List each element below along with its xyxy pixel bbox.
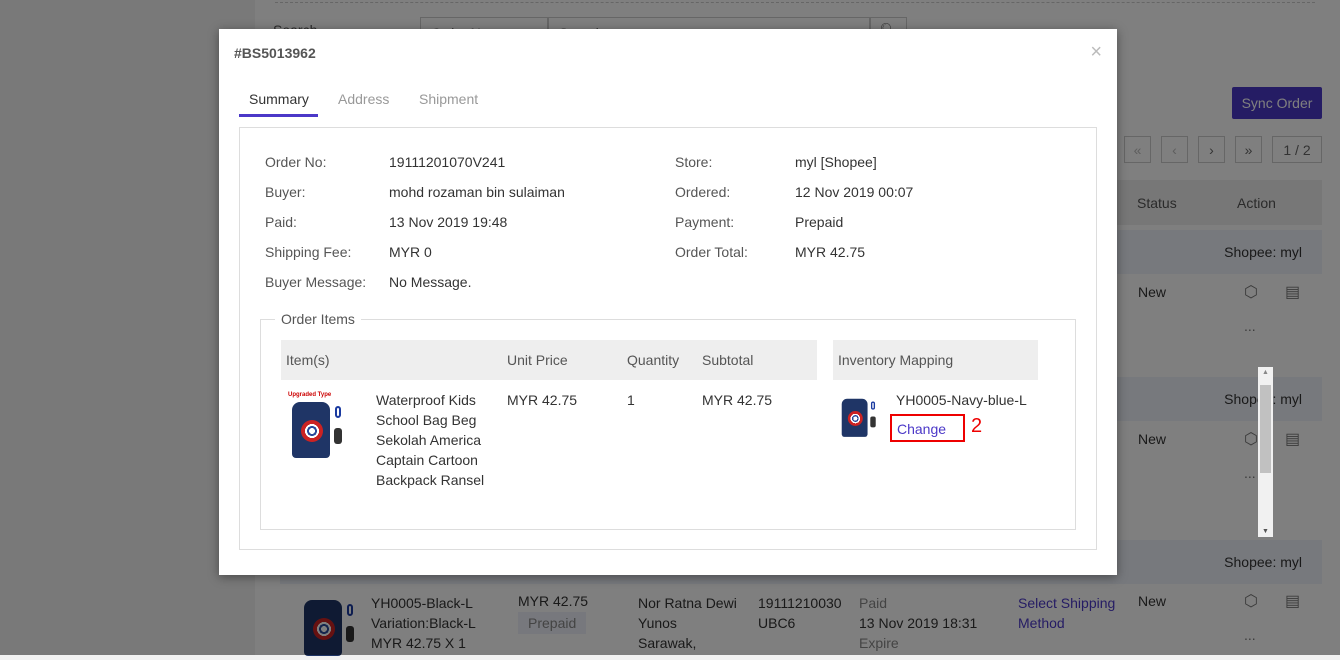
payment-label: Payment: bbox=[675, 214, 735, 230]
tab-summary[interactable]: Summary bbox=[249, 91, 309, 107]
order-no-label: Order No: bbox=[265, 154, 327, 170]
name-line: School Bag Beg bbox=[376, 412, 477, 428]
order-total-label: Order Total: bbox=[675, 244, 748, 260]
unit-price-header: Unit Price bbox=[507, 352, 568, 368]
shipping-fee-value: MYR 0 bbox=[389, 244, 432, 260]
paid-value: 13 Nov 2019 19:48 bbox=[389, 214, 508, 230]
mapped-sku: YH0005-Navy-blue-L bbox=[896, 392, 1027, 408]
buyer-label: Buyer: bbox=[265, 184, 306, 200]
ordered-value: 12 Nov 2019 00:07 bbox=[795, 184, 914, 200]
product-name: Waterproof Kids School Bag Beg Sekolah A… bbox=[376, 390, 484, 490]
unit-price: MYR 42.75 bbox=[507, 392, 578, 408]
modal-title: #BS5013962 bbox=[234, 45, 316, 61]
ordered-label: Ordered: bbox=[675, 184, 731, 200]
paid-label: Paid: bbox=[265, 214, 297, 230]
scrollbar-thumb[interactable] bbox=[1260, 385, 1271, 473]
name-line: Backpack Ransel bbox=[376, 472, 485, 488]
name-line: Waterproof Kids bbox=[376, 392, 476, 408]
order-items-legend: Order Items bbox=[275, 311, 361, 327]
annotation-number: 2 bbox=[971, 415, 983, 437]
quantity-header: Quantity bbox=[627, 352, 680, 368]
payment-value: Prepaid bbox=[795, 214, 844, 230]
quantity: 1 bbox=[627, 392, 635, 408]
change-mapping-link[interactable]: Change bbox=[890, 414, 965, 442]
tab-address[interactable]: Address bbox=[338, 91, 389, 107]
buyer-message-value: No Message. bbox=[389, 274, 472, 290]
order-detail-modal: #BS5013962 × Summary Address Shipment Or… bbox=[219, 29, 1273, 575]
inventory-mapping-header: Inventory Mapping bbox=[838, 352, 954, 368]
buyer-value: mohd rozaman bin sulaiman bbox=[389, 184, 565, 200]
order-total-value: MYR 42.75 bbox=[795, 244, 866, 260]
subtotal: MYR 42.75 bbox=[702, 392, 773, 408]
items-header: Item(s) bbox=[286, 352, 330, 368]
product-image: Upgraded Type bbox=[288, 392, 344, 462]
subtotal-header: Subtotal bbox=[702, 352, 754, 368]
name-line: Captain Cartoon bbox=[376, 452, 478, 468]
close-icon[interactable]: × bbox=[1090, 41, 1102, 64]
summary-panel: Order No: 19111201070V241 Buyer: mohd ro… bbox=[239, 127, 1097, 550]
inventory-scrollbar[interactable]: ▲ ▼ bbox=[1258, 367, 1273, 537]
scroll-up-icon[interactable]: ▲ bbox=[1262, 369, 1269, 376]
tab-shipment[interactable]: Shipment bbox=[419, 91, 478, 107]
scroll-down-icon[interactable]: ▼ bbox=[1262, 528, 1269, 535]
store-label: Store: bbox=[675, 154, 713, 170]
shipping-fee-label: Shipping Fee: bbox=[265, 244, 352, 260]
name-line: Sekolah America bbox=[376, 432, 482, 448]
image-caption: Upgraded Type bbox=[288, 392, 332, 398]
active-tab-indicator bbox=[239, 114, 318, 117]
order-items-fieldset: Order Items Item(s) Unit Price Quantity … bbox=[260, 311, 1076, 530]
store-value: myl [Shopee] bbox=[795, 154, 877, 170]
buyer-message-label: Buyer Message: bbox=[265, 274, 367, 290]
mapped-product-image bbox=[839, 392, 877, 440]
order-no-value: 19111201070V241 bbox=[389, 154, 506, 170]
